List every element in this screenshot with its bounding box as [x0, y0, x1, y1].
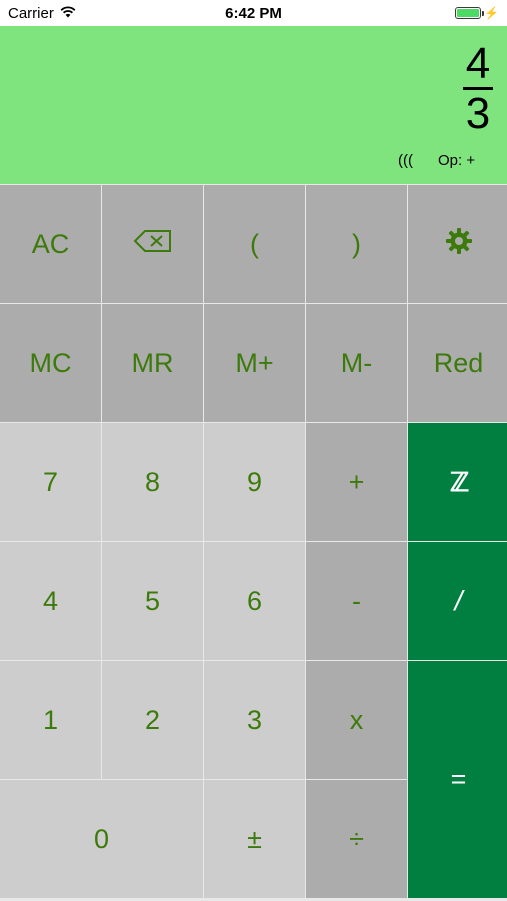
memory-clear-button[interactable]: MC — [0, 304, 101, 422]
digit-8-button[interactable]: 8 — [102, 423, 203, 541]
digit-6-button[interactable]: 6 — [204, 542, 305, 660]
status-bar: Carrier 6:42 PM ⚡ — [0, 0, 507, 26]
minus-button[interactable]: - — [306, 542, 407, 660]
memory-recall-button[interactable]: MR — [102, 304, 203, 422]
paren-indicator: ((( — [398, 152, 413, 169]
operation-indicator: Op: + — [438, 152, 476, 169]
keypad: AC ( ) MC MR M+ M- Red 7 8 9 + ℤ 4 5 6 -… — [0, 184, 507, 901]
digit-7-button[interactable]: 7 — [0, 423, 101, 541]
charging-bolt-icon: ⚡ — [484, 6, 499, 20]
digit-9-button[interactable]: 9 — [204, 423, 305, 541]
memory-add-button[interactable]: M+ — [204, 304, 305, 422]
digit-0-button[interactable]: 0 — [0, 780, 203, 898]
fraction-slash-button[interactable]: / — [408, 542, 507, 660]
backspace-icon — [133, 229, 173, 260]
digit-2-button[interactable]: 2 — [102, 661, 203, 779]
right-paren-button[interactable]: ) — [306, 185, 407, 303]
status-right: ⚡ — [455, 6, 499, 20]
result-fraction: 4 3 — [463, 39, 493, 138]
left-paren-button[interactable]: ( — [204, 185, 305, 303]
digit-1-button[interactable]: 1 — [0, 661, 101, 779]
status-time: 6:42 PM — [225, 5, 282, 22]
integer-button[interactable]: ℤ — [408, 423, 507, 541]
digit-5-button[interactable]: 5 — [102, 542, 203, 660]
ac-button[interactable]: AC — [0, 185, 101, 303]
equals-button[interactable]: = — [408, 661, 507, 898]
plus-button[interactable]: + — [306, 423, 407, 541]
reduce-button[interactable]: Red — [408, 304, 507, 422]
calculator-display: 4 3 ((( Op: + — [0, 26, 507, 184]
multiply-button[interactable]: x — [306, 661, 407, 779]
battery-icon — [455, 7, 485, 19]
gear-icon — [445, 227, 473, 262]
memory-subtract-button[interactable]: M- — [306, 304, 407, 422]
divide-button[interactable]: ÷ — [306, 780, 407, 898]
battery-fill — [457, 9, 480, 17]
fraction-numerator: 4 — [465, 39, 491, 88]
settings-button[interactable] — [408, 185, 507, 303]
plus-minus-button[interactable]: ± — [204, 780, 305, 898]
digit-4-button[interactable]: 4 — [0, 542, 101, 660]
fraction-denominator: 3 — [465, 89, 491, 138]
digit-3-button[interactable]: 3 — [204, 661, 305, 779]
backspace-button[interactable] — [102, 185, 203, 303]
